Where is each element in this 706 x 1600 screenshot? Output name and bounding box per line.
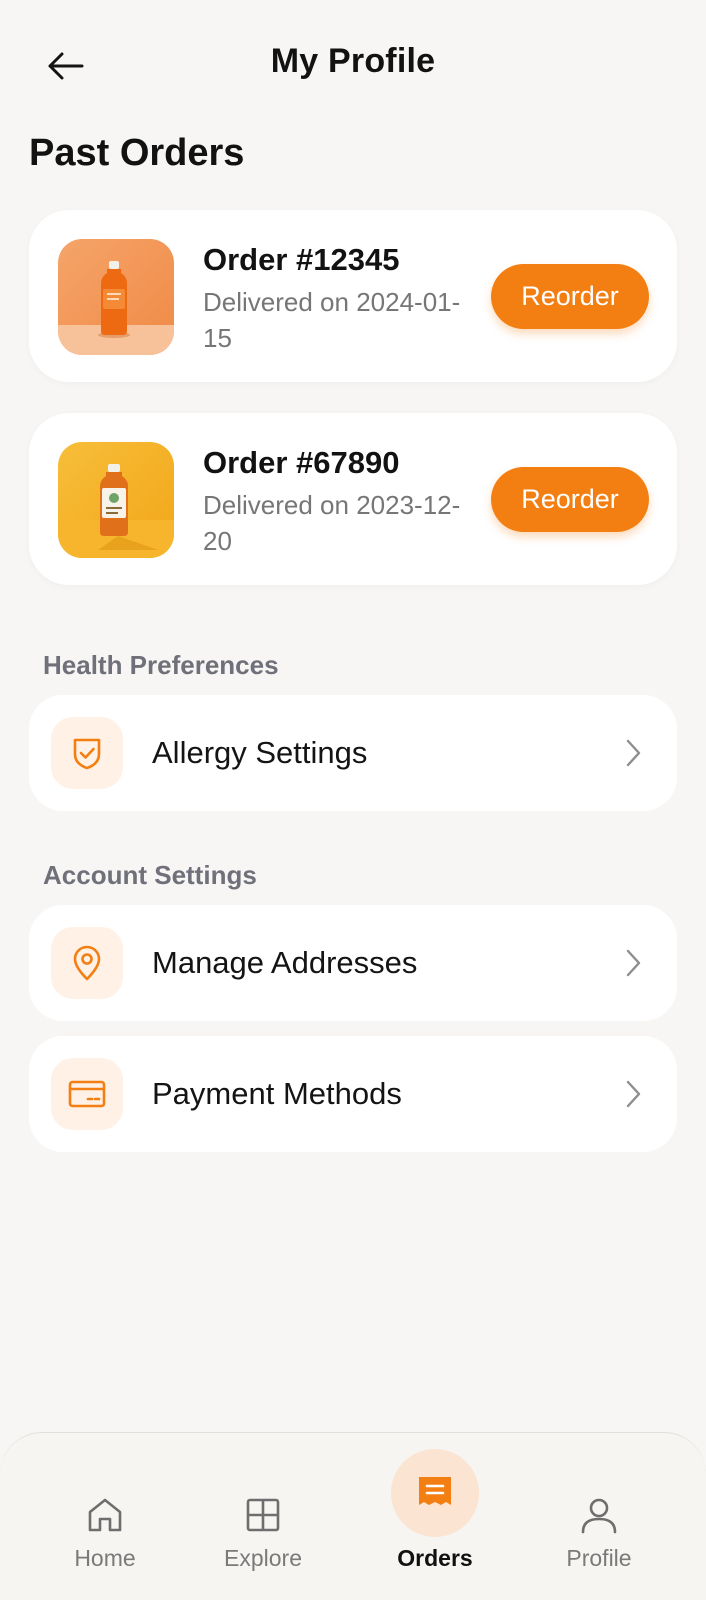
order-number: Order #12345 [203,242,400,277]
nav-profile-label: Profile [566,1545,632,1571]
page-title: My Profile [270,42,436,80]
account-settings-label: Account Settings [43,860,257,890]
location-pin-icon [51,927,123,999]
shield-check-icon [51,717,123,789]
product-image [58,239,174,355]
order-status: Delivered on 2023-12-20 [203,490,461,556]
chevron-right-icon [615,945,651,981]
chevron-right-icon [615,1076,651,1112]
bottom-navigation: Home Explore Orders Profile [0,1432,706,1600]
home-icon [83,1493,127,1537]
active-indicator [391,1449,479,1537]
reorder-button[interactable]: Reorder [491,467,649,532]
past-orders-title: Past Orders [29,132,245,174]
nav-orders[interactable]: Orders [360,1433,510,1600]
order-card: Order #12345 Delivered on 2024-01-15 Reo… [29,210,677,382]
manage-addresses-label: Manage Addresses [152,945,418,980]
order-card: Order #67890 Delivered on 2023-12-20 Reo… [29,413,677,585]
order-number: Order #67890 [203,445,400,480]
payment-methods-label: Payment Methods [152,1076,402,1111]
chevron-right-icon [615,735,651,771]
manage-addresses-item[interactable]: Manage Addresses [29,905,677,1021]
nav-profile[interactable]: Profile [524,1433,674,1600]
receipt-icon [419,1477,451,1505]
allergy-settings-item[interactable]: Allergy Settings [29,695,677,811]
user-icon [577,1493,621,1537]
header: My Profile [0,0,706,130]
product-image [58,442,174,558]
reorder-button[interactable]: Reorder [491,264,649,329]
grid-icon [241,1493,285,1537]
nav-explore[interactable]: Explore [188,1433,338,1600]
order-status: Delivered on 2024-01-15 [203,287,461,353]
nav-orders-label: Orders [397,1545,473,1571]
nav-home[interactable]: Home [30,1433,180,1600]
credit-card-icon [51,1058,123,1130]
health-preferences-label: Health Preferences [43,650,279,680]
nav-home-label: Home [74,1545,136,1571]
allergy-settings-label: Allergy Settings [152,735,368,770]
nav-explore-label: Explore [224,1545,302,1571]
payment-methods-item[interactable]: Payment Methods [29,1036,677,1152]
